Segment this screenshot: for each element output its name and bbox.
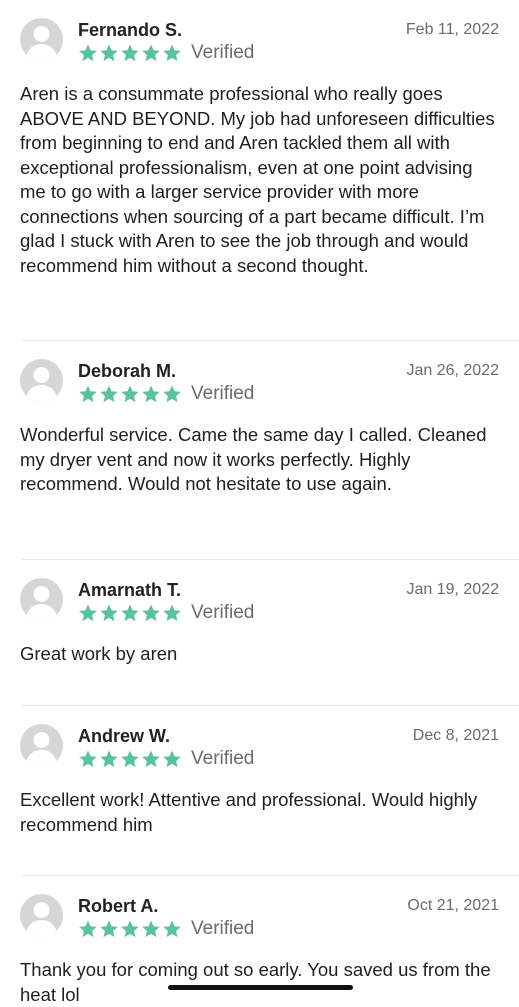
star-rating xyxy=(78,919,182,939)
star-icon xyxy=(121,44,139,62)
star-icon xyxy=(142,750,160,768)
review-date: Jan 26, 2022 xyxy=(406,362,499,379)
star-icon xyxy=(142,604,160,622)
star-icon xyxy=(121,604,139,622)
verified-badge: Verified xyxy=(191,383,255,404)
reviewer-name: Amarnath T. xyxy=(78,580,182,600)
star-rating xyxy=(78,749,182,769)
reviewer-name: Robert A. xyxy=(78,896,159,916)
rating-row: Verified xyxy=(78,918,254,940)
star-icon xyxy=(163,920,181,938)
rating-row: Verified xyxy=(78,42,254,64)
star-icon xyxy=(79,385,97,403)
star-icon xyxy=(100,604,118,622)
star-icon xyxy=(100,920,118,938)
rating-row: Verified xyxy=(78,602,254,624)
review-text: Great work by aren xyxy=(20,643,178,664)
reviewer-name: Deborah M. xyxy=(78,361,177,381)
star-icon xyxy=(100,750,118,768)
star-icon xyxy=(79,44,97,62)
star-icon xyxy=(142,385,160,403)
star-icon xyxy=(163,385,181,403)
verified-badge: Verified xyxy=(191,602,255,623)
star-icon xyxy=(79,604,97,622)
review-date: Dec 8, 2021 xyxy=(412,727,499,744)
reviewer-name: Andrew W. xyxy=(78,726,171,746)
star-icon xyxy=(121,920,139,938)
divider xyxy=(22,875,519,876)
avatar xyxy=(20,359,63,402)
review-text: Aren is a consummate professional who re… xyxy=(20,83,495,276)
review-date: Jan 19, 2022 xyxy=(406,581,499,598)
star-icon xyxy=(79,920,97,938)
avatar xyxy=(20,894,63,937)
avatar xyxy=(20,18,63,61)
divider xyxy=(22,559,519,560)
review-date: Oct 21, 2021 xyxy=(407,897,499,914)
star-icon xyxy=(100,385,118,403)
review-text: Wonderful service. Came the same day I c… xyxy=(20,424,487,494)
verified-badge: Verified xyxy=(191,748,255,769)
review-date: Feb 11, 2022 xyxy=(405,21,499,38)
divider xyxy=(22,705,519,706)
verified-badge: Verified xyxy=(191,42,255,63)
reviewer-name: Fernando S. xyxy=(78,20,183,40)
star-icon xyxy=(121,385,139,403)
verified-badge: Verified xyxy=(191,918,255,939)
star-icon xyxy=(100,44,118,62)
star-rating xyxy=(78,384,182,404)
star-icon xyxy=(163,604,181,622)
avatar xyxy=(20,724,63,767)
avatar xyxy=(20,578,63,621)
rating-row: Verified xyxy=(78,748,254,770)
star-rating xyxy=(78,603,182,623)
review-text: Excellent work! Attentive and profession… xyxy=(20,789,478,835)
star-icon xyxy=(163,44,181,62)
star-icon xyxy=(142,920,160,938)
star-icon xyxy=(163,750,181,768)
star-icon xyxy=(79,750,97,768)
star-icon xyxy=(121,750,139,768)
star-icon xyxy=(142,44,160,62)
home-indicator[interactable] xyxy=(168,985,353,990)
rating-row: Verified xyxy=(78,383,254,405)
divider xyxy=(22,340,519,341)
star-rating xyxy=(78,43,182,63)
